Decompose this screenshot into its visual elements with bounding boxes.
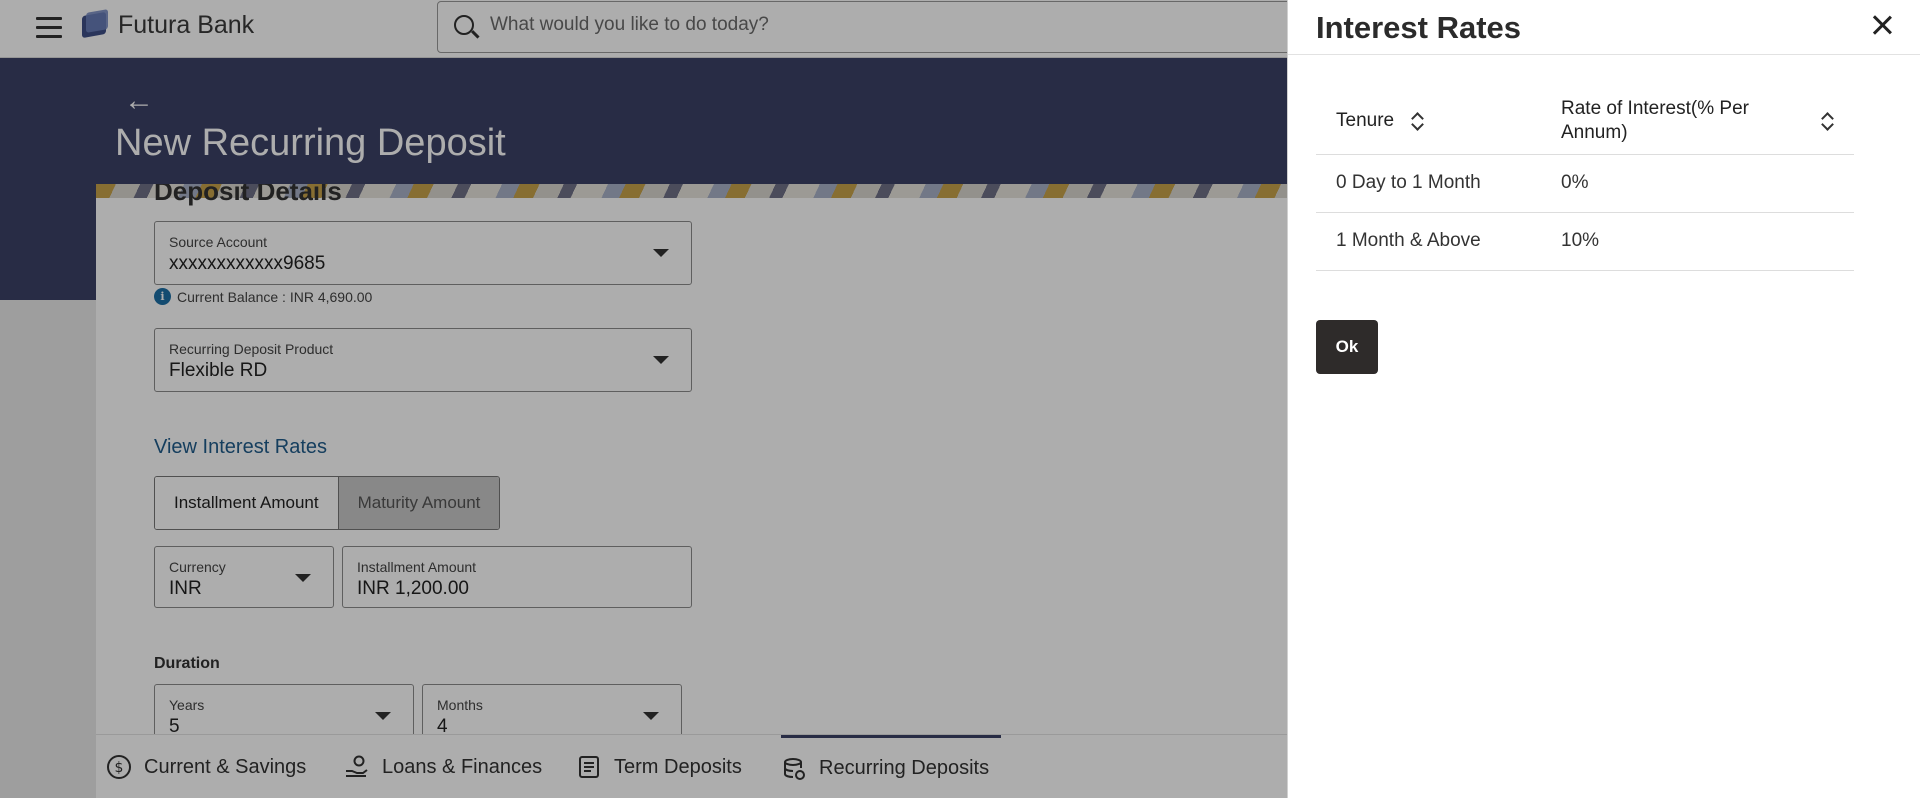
table-header-row: Tenure Rate of Interest(% Per Annum) [1316, 88, 1854, 155]
tenure-cell: 0 Day to 1 Month [1316, 154, 1541, 213]
column-header-label: Tenure [1336, 109, 1395, 131]
column-header-tenure[interactable]: Tenure [1316, 88, 1541, 155]
table-row: 1 Month & Above 10% [1316, 212, 1854, 271]
rate-cell: 0% [1541, 154, 1854, 213]
divider [1288, 54, 1920, 55]
sort-icon[interactable] [1410, 111, 1424, 131]
interest-rates-table: Tenure Rate of Interest(% Per Annum) 0 D… [1316, 88, 1854, 271]
table-row: 0 Day to 1 Month 0% [1316, 154, 1854, 213]
sort-icon[interactable] [1820, 111, 1834, 131]
ok-button[interactable]: Ok [1316, 320, 1378, 374]
close-icon[interactable] [1870, 13, 1894, 37]
tenure-cell: 1 Month & Above [1316, 212, 1541, 271]
panel-title: Interest Rates [1316, 10, 1522, 45]
column-header-label: Rate of Interest(% Per Annum) [1561, 97, 1749, 143]
interest-rates-panel: Interest Rates Tenure Rate of Interest(%… [1287, 0, 1920, 798]
column-header-rate[interactable]: Rate of Interest(% Per Annum) [1541, 88, 1854, 155]
rate-cell: 10% [1541, 212, 1854, 271]
